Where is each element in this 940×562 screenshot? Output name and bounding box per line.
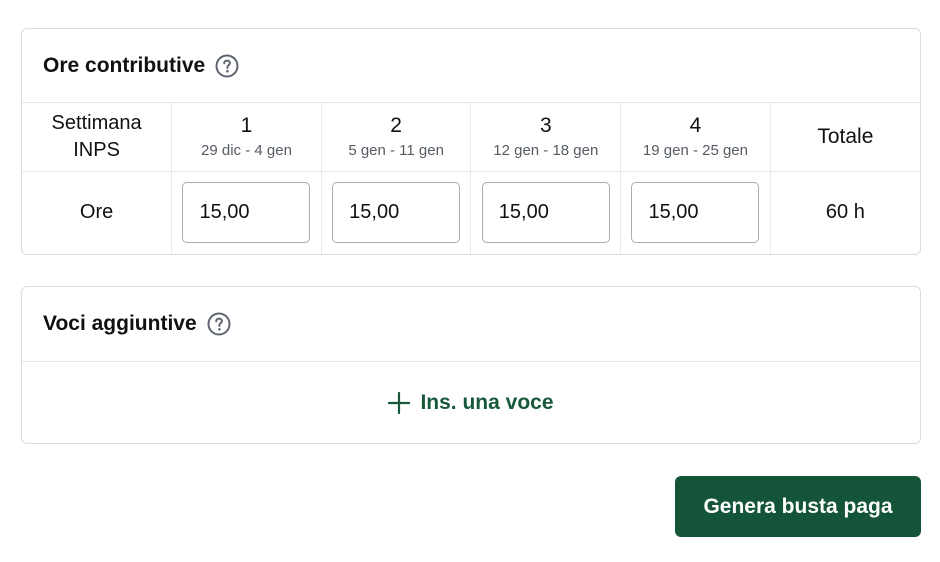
week-range: 19 gen - 25 gen	[642, 142, 748, 160]
ore-row-label-cell: Ore	[22, 171, 173, 254]
week-range: 29 dic - 4 gen	[201, 142, 292, 160]
week-2-hours-cell	[321, 171, 472, 254]
table-header-row: Settimana INPS 1 29 dic - 4 gen 2 5 gen …	[22, 103, 920, 172]
totale-cell: 60 h	[770, 171, 920, 254]
totale-value: 60 h	[825, 201, 865, 224]
week-number: 2	[390, 114, 402, 138]
week-4-hours-cell	[620, 171, 771, 254]
week-3-hours-input[interactable]	[481, 182, 610, 244]
settimana-inps-label: Settimana INPS	[51, 111, 142, 161]
help-icon[interactable]	[215, 54, 239, 78]
ore-contributive-card: Ore contributive Settimana INPS 1 29 dic…	[21, 28, 921, 255]
settimana-inps-header: Settimana INPS	[22, 103, 173, 172]
voci-aggiuntive-header: Voci aggiuntive	[22, 287, 920, 362]
week-header-2: 2 5 gen - 11 gen	[321, 103, 472, 172]
plus-icon	[388, 391, 411, 414]
add-voce-row: Ins. una voce	[22, 362, 920, 443]
week-1-hours-input[interactable]	[182, 182, 311, 244]
ore-table: Settimana INPS 1 29 dic - 4 gen 2 5 gen …	[22, 103, 920, 254]
week-number: 1	[240, 114, 253, 138]
week-range: 5 gen - 11 gen	[348, 142, 444, 160]
ore-row: Ore 60 h	[22, 171, 920, 254]
totale-header: Totale	[770, 103, 920, 172]
help-icon[interactable]	[207, 312, 231, 336]
voci-aggiuntive-card: Voci aggiuntive Ins. una voce	[21, 286, 921, 444]
genera-busta-paga-button[interactable]: Genera busta paga	[675, 476, 921, 537]
totale-label: Totale	[817, 124, 874, 148]
add-voce-button[interactable]: Ins. una voce	[388, 390, 554, 415]
week-1-hours-cell	[171, 171, 322, 254]
week-number: 4	[689, 114, 702, 138]
voci-aggiuntive-title: Voci aggiuntive	[43, 312, 197, 335]
week-3-hours-cell	[470, 171, 622, 254]
ore-contributive-header: Ore contributive	[22, 29, 920, 103]
week-header-4: 4 19 gen - 25 gen	[620, 103, 771, 172]
week-header-3: 3 12 gen - 18 gen	[470, 103, 622, 172]
add-voce-label: Ins. una voce	[420, 390, 554, 414]
week-4-hours-input[interactable]	[631, 182, 760, 244]
week-number: 3	[539, 114, 552, 138]
week-2-hours-input[interactable]	[332, 182, 461, 244]
week-range: 12 gen - 18 gen	[493, 142, 599, 160]
ore-contributive-title: Ore contributive	[43, 53, 206, 77]
week-header-1: 1 29 dic - 4 gen	[171, 103, 322, 172]
ore-label: Ore	[79, 201, 114, 224]
